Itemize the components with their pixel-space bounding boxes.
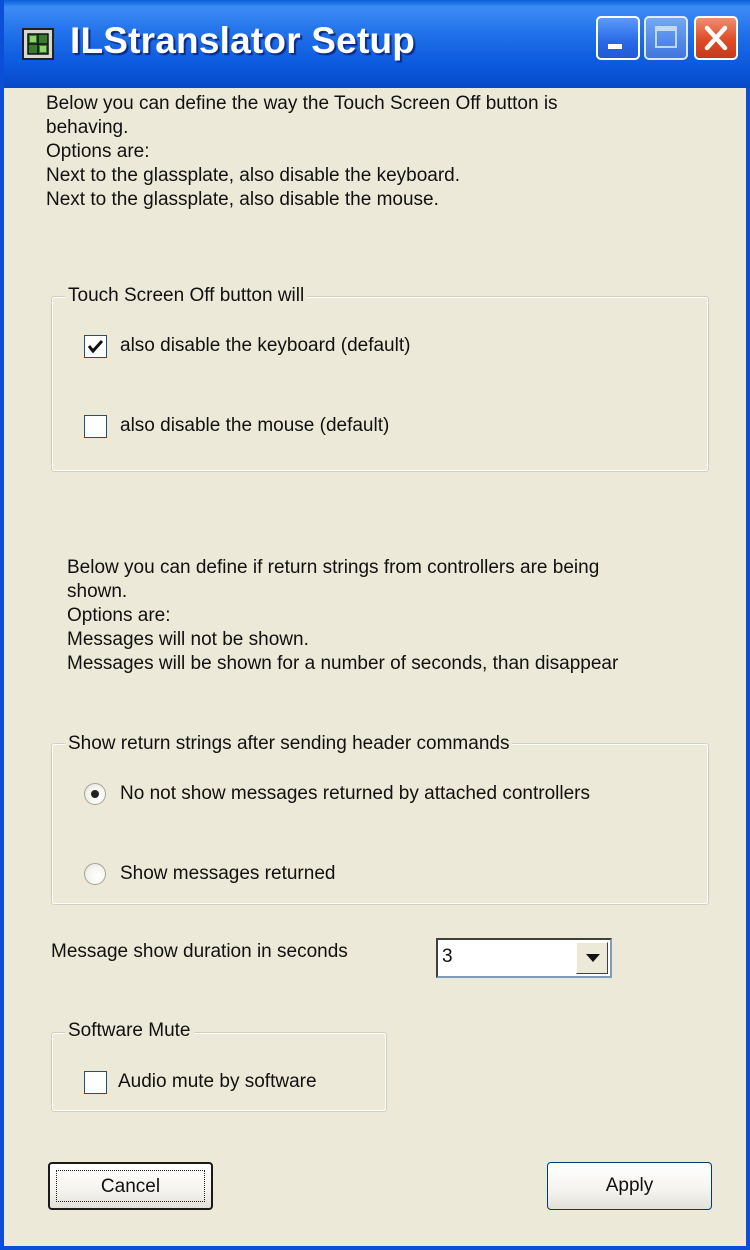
duration-value: 3 [442,946,453,967]
window-title: ILStranslator Setup [70,20,416,61]
app-icon [22,28,54,60]
software-mute-group-legend: Software Mute [65,1020,194,1042]
chevron-down-icon [586,954,600,962]
disable-mouse-label[interactable]: also disable the mouse (default) [120,414,389,438]
disable-keyboard-label[interactable]: also disable the keyboard (default) [120,334,410,358]
close-icon [704,25,728,51]
title-bar[interactable]: ILStranslator Setup [4,0,750,88]
audio-mute-checkbox[interactable] [84,1071,107,1094]
minimize-icon [608,44,622,49]
setup-window: ILStranslator Setup Below you can define… [0,0,750,1250]
maximize-icon [655,26,677,48]
return-strings-group-legend: Show return strings after sending header… [65,733,513,755]
cancel-button-label: Cancel [100,1176,161,1197]
no-show-messages-label[interactable]: No not show messages returned by attache… [120,782,590,806]
touch-intro-text: Below you can define the way the Touch S… [46,93,558,210]
checkmark-icon [87,339,104,354]
cancel-button[interactable]: Cancel [48,1162,213,1210]
minimize-button[interactable] [596,16,640,60]
duration-dropdown-button[interactable] [576,942,608,974]
return-strings-intro-text: Below you can define if return strings f… [67,557,619,674]
audio-mute-label[interactable]: Audio mute by software [118,1070,317,1094]
touch-screen-groupbox [51,296,709,472]
radio-selected-dot [91,790,99,798]
apply-button-label: Apply [605,1175,654,1196]
close-button[interactable] [694,16,738,60]
show-messages-label[interactable]: Show messages returned [120,862,335,886]
no-show-messages-radio[interactable] [84,783,106,805]
disable-keyboard-checkbox[interactable] [84,335,107,358]
maximize-button[interactable] [644,16,688,60]
touch-screen-group-legend: Touch Screen Off button will [65,285,308,307]
duration-label: Message show duration in seconds [51,941,348,962]
disable-mouse-checkbox[interactable] [84,415,107,438]
show-messages-radio[interactable] [84,863,106,885]
duration-select[interactable]: 3 [436,938,612,978]
apply-button[interactable]: Apply [547,1162,712,1210]
